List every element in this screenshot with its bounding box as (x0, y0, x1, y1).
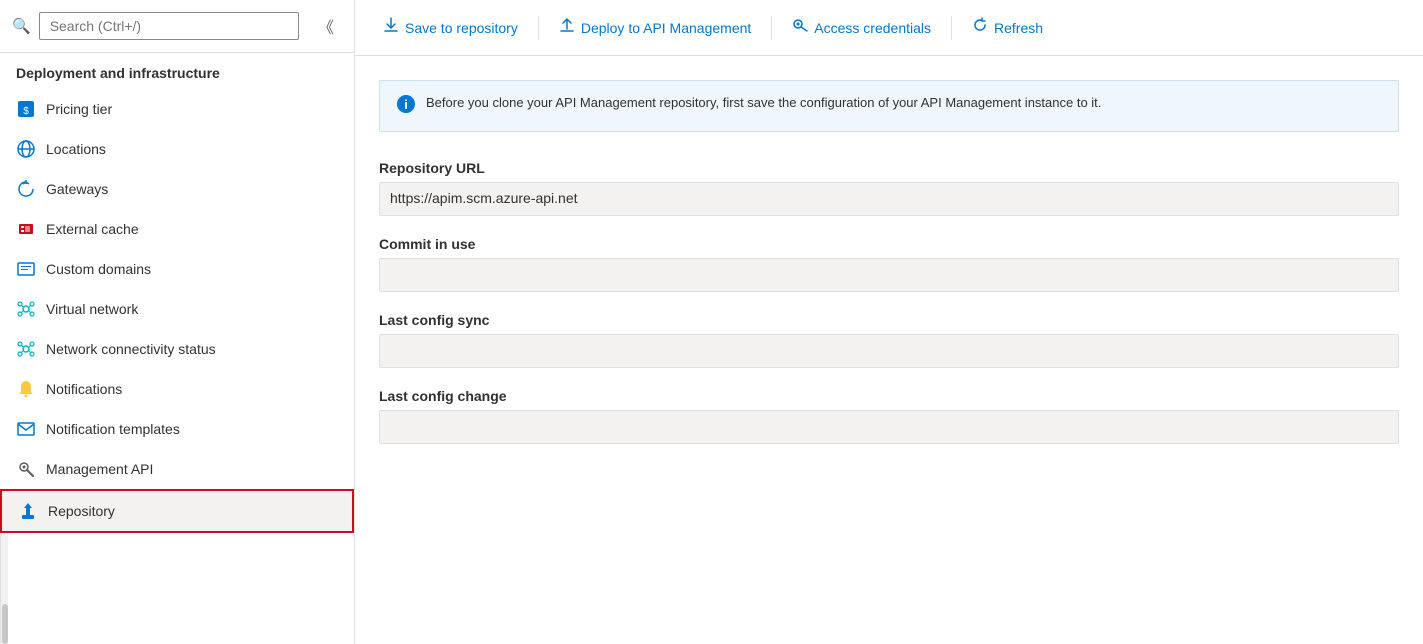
sidebar-item-custom-domains[interactable]: Custom domains (0, 249, 354, 289)
info-banner: i Before you clone your API Management r… (379, 80, 1399, 132)
sidebar-item-label: Notification templates (46, 421, 180, 437)
sidebar-item-gateways[interactable]: Gateways (0, 169, 354, 209)
management-api-icon (16, 459, 36, 479)
repository-url-label: Repository URL (379, 160, 1399, 176)
toolbar: Save to repository Deploy to API Managem… (355, 0, 1423, 56)
commit-in-use-group: Commit in use (379, 236, 1399, 292)
search-icon: 🔍 (12, 17, 31, 35)
sidebar: 🔍 《 Deployment and infrastructure $ Pric… (0, 0, 355, 644)
access-credentials-button[interactable]: Access credentials (780, 10, 943, 45)
deploy-button[interactable]: Deploy to API Management (547, 10, 763, 45)
sidebar-item-label: Pricing tier (46, 101, 112, 117)
scroll-indicator (0, 534, 8, 644)
content-area: i Before you clone your API Management r… (355, 56, 1423, 644)
info-icon: i (396, 94, 416, 119)
notifications-icon (16, 379, 36, 399)
sidebar-scroll: Deployment and infrastructure $ Pricing … (0, 53, 354, 534)
last-config-sync-group: Last config sync (379, 312, 1399, 368)
network-connectivity-icon (16, 339, 36, 359)
sidebar-item-label: Virtual network (46, 301, 138, 317)
sidebar-item-label: Locations (46, 141, 106, 157)
external-cache-icon (16, 219, 36, 239)
custom-domains-icon (16, 259, 36, 279)
refresh-icon (972, 17, 988, 38)
repository-url-value: https://apim.scm.azure-api.net (379, 182, 1399, 216)
pricing-tier-icon: $ (16, 99, 36, 119)
sidebar-item-external-cache[interactable]: External cache (0, 209, 354, 249)
sidebar-item-network-connectivity[interactable]: Network connectivity status (0, 329, 354, 369)
separator-3 (951, 16, 952, 40)
last-config-change-group: Last config change (379, 388, 1399, 444)
sidebar-item-locations[interactable]: Locations (0, 129, 354, 169)
gateways-icon (16, 179, 36, 199)
sidebar-item-label: Management API (46, 461, 153, 477)
repository-url-group: Repository URL https://apim.scm.azure-ap… (379, 160, 1399, 216)
sidebar-item-label: External cache (46, 221, 139, 237)
last-config-sync-label: Last config sync (379, 312, 1399, 328)
credentials-icon (792, 17, 808, 38)
credentials-label: Access credentials (814, 20, 931, 36)
collapse-button[interactable]: 《 (310, 10, 342, 42)
sidebar-item-management-api[interactable]: Management API (0, 449, 354, 489)
locations-icon (16, 139, 36, 159)
save-label: Save to repository (405, 20, 518, 36)
sidebar-item-label: Repository (48, 503, 115, 519)
refresh-label: Refresh (994, 20, 1043, 36)
sidebar-item-notifications[interactable]: Notifications (0, 369, 354, 409)
sidebar-item-label: Notifications (46, 381, 122, 397)
info-text: Before you clone your API Management rep… (426, 93, 1101, 113)
svg-text:$: $ (23, 106, 29, 117)
separator-1 (538, 16, 539, 40)
separator-2 (771, 16, 772, 40)
scroll-thumb[interactable] (2, 604, 8, 644)
sidebar-item-label: Network connectivity status (46, 341, 216, 357)
sidebar-item-pricing-tier[interactable]: $ Pricing tier (0, 89, 354, 129)
main-content: Save to repository Deploy to API Managem… (355, 0, 1423, 644)
last-config-sync-value (379, 334, 1399, 368)
save-to-repository-button[interactable]: Save to repository (371, 10, 530, 45)
svg-text:i: i (404, 97, 408, 112)
save-icon (383, 17, 399, 38)
deploy-icon (559, 17, 575, 38)
sidebar-item-label: Gateways (46, 181, 108, 197)
deploy-label: Deploy to API Management (581, 20, 751, 36)
commit-in-use-label: Commit in use (379, 236, 1399, 252)
search-input[interactable] (39, 12, 299, 40)
sidebar-item-notification-templates[interactable]: Notification templates (0, 409, 354, 449)
last-config-change-label: Last config change (379, 388, 1399, 404)
sidebar-item-label: Custom domains (46, 261, 151, 277)
sidebar-item-virtual-network[interactable]: Virtual network (0, 289, 354, 329)
repository-icon (18, 501, 38, 521)
section-header: Deployment and infrastructure (0, 53, 354, 89)
refresh-button[interactable]: Refresh (960, 10, 1055, 45)
search-bar: 🔍 《 (0, 0, 354, 53)
sidebar-item-repository[interactable]: Repository (0, 489, 354, 533)
last-config-change-value (379, 410, 1399, 444)
commit-in-use-value (379, 258, 1399, 292)
notification-templates-icon (16, 419, 36, 439)
virtual-network-icon (16, 299, 36, 319)
